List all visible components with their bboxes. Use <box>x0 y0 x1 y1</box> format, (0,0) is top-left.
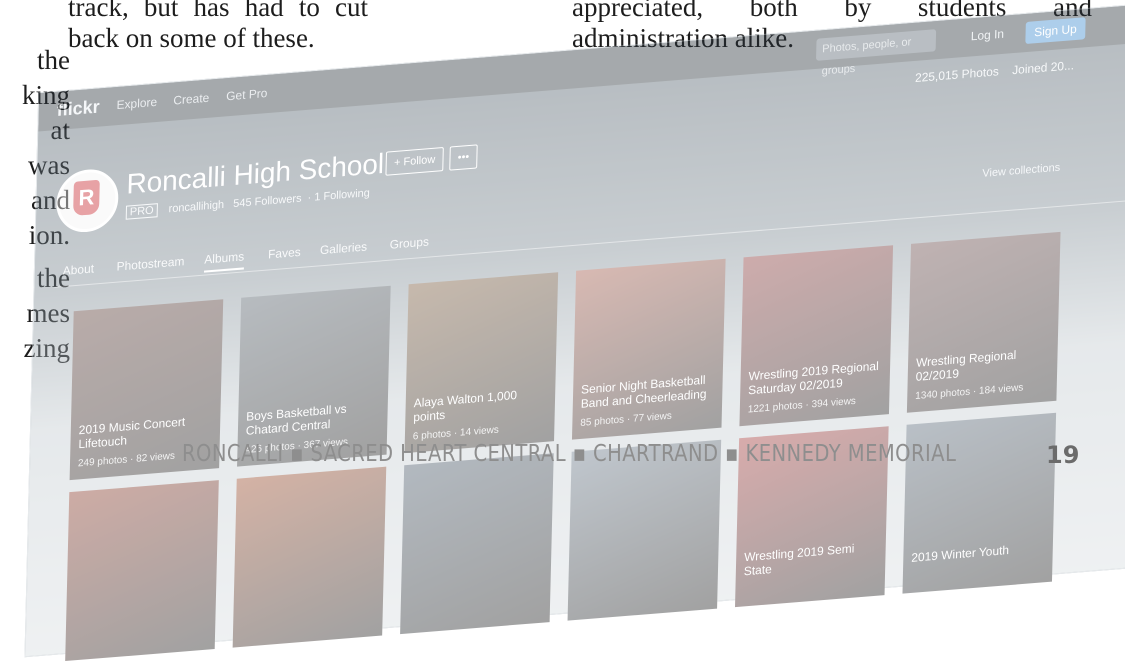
tab-groups[interactable]: Groups <box>390 234 430 251</box>
album-tile[interactable]: Wrestling Regional 02/2019 1340 photos · … <box>906 231 1061 413</box>
signup-button[interactable]: Sign Up <box>1025 17 1086 45</box>
tab-albums[interactable]: Albums <box>203 249 245 273</box>
album-tile[interactable]: Alaya Walton 1,000 points 6 photos · 14 v… <box>404 272 559 454</box>
album-count: 1340 photos · 184 views <box>915 382 1024 403</box>
nav-explore[interactable]: Explore <box>116 95 157 112</box>
tab-galleries[interactable]: Galleries <box>320 239 368 257</box>
school-list-footer: RONCALLI ▪ SACRED HEART CENTRAL ▪ CHARTR… <box>182 441 957 467</box>
album-tile[interactable]: Wrestling 2019 Regional Saturday 02/2019… <box>739 245 894 427</box>
album-count: 6 photos · 14 views <box>412 424 499 443</box>
pro-badge: PRO <box>125 203 158 220</box>
nav-get-pro[interactable]: Get Pro <box>226 86 268 103</box>
search-input[interactable]: Photos, people, or groups <box>816 29 937 77</box>
flickr-logo[interactable]: flickr <box>56 96 100 121</box>
album-title: Boys Basketball vs Chatard Central <box>245 401 347 438</box>
album-title: Wrestling 2019 Semi State <box>743 541 855 579</box>
tab-photostream[interactable]: Photostream <box>116 254 184 274</box>
album-tile[interactable] <box>65 480 219 662</box>
nav-create[interactable]: Create <box>173 91 209 108</box>
album-tile[interactable] <box>400 453 554 635</box>
album-title: Senior Night Basketball Band and Cheerle… <box>580 372 707 411</box>
album-title: 2019 Winter Youth <box>911 542 1010 565</box>
tab-faves[interactable]: Faves <box>268 245 301 262</box>
flickr-screenshot: flickr Explore Create Get Pro Photos, pe… <box>24 0 1125 662</box>
album-title: Wrestling 2019 Regional Saturday 02/2019 <box>748 358 879 398</box>
album-tile[interactable]: Senior Night Basketball Band and Cheerle… <box>571 258 726 440</box>
more-options-button[interactable]: ••• <box>449 144 478 171</box>
album-count: 1221 photos · 394 views <box>747 395 856 416</box>
page-number: 19 <box>1046 441 1080 469</box>
album-title: Wrestling Regional 02/2019 <box>915 347 1017 384</box>
tab-about[interactable]: About <box>63 261 95 278</box>
album-tile[interactable]: Boys Basketball vs Chatard Central 426 ph… <box>237 285 391 467</box>
screenshot-frame: flickr Explore Create Get Pro Photos, pe… <box>24 0 1125 662</box>
login-link[interactable]: Log In <box>971 27 1005 44</box>
album-count: 85 photos · 77 views <box>580 410 672 429</box>
album-tile[interactable] <box>232 466 387 648</box>
album-count: 249 photos · 82 views <box>77 450 176 470</box>
album-title: Alaya Walton 1,000 points <box>413 387 518 425</box>
album-tile[interactable]: 2019 Winter Youth <box>902 412 1057 594</box>
follow-button[interactable]: + Follow <box>385 147 444 176</box>
